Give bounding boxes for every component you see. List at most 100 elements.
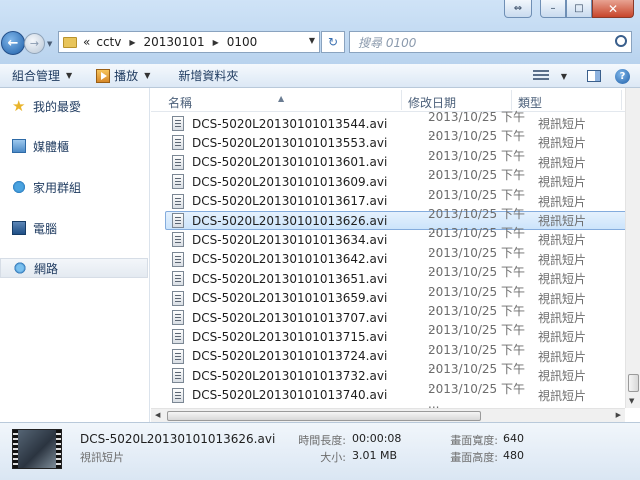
maximize-button[interactable]: □ (566, 0, 592, 18)
file-type: 視訊短片 (538, 252, 587, 267)
folder-icon (63, 36, 77, 48)
file-type: 視訊短片 (538, 291, 587, 306)
file-name: DCS-5020L20130101013715.avi (192, 329, 388, 344)
play-button[interactable]: 播放 ▼ (90, 65, 156, 87)
sidebar-item-homegroup[interactable]: 家用群組 (0, 177, 150, 197)
breadcrumb-20130101[interactable]: 20130101 (144, 35, 205, 49)
command-bar: 組合管理 ▼ 播放 ▼ 新增資料夾 ▼ ? (0, 64, 640, 88)
file-name: DCS-5020L20130101013634.avi (192, 232, 388, 247)
video-file-icon (172, 271, 184, 287)
column-divider[interactable] (511, 90, 512, 110)
details-height-value: 480 (503, 449, 524, 462)
table-row[interactable]: DCS-5020L20130101013642.avi 2013/10/25 下午… (165, 246, 627, 275)
scroll-right-icon[interactable]: ▶ (616, 411, 621, 419)
table-row[interactable]: DCS-5020L20130101013659.avi 2013/10/25 下午… (165, 285, 627, 314)
file-name: DCS-5020L20130101013740.avi (192, 388, 388, 403)
preview-pane-icon[interactable] (587, 70, 601, 82)
horizontal-scrollbar[interactable]: ◀ ▶ (151, 408, 625, 422)
resize-icon[interactable]: ⇔ (504, 0, 532, 18)
homegroup-icon (12, 180, 26, 194)
table-row[interactable]: DCS-5020L20130101013740.avi 2013/10/25 下午… (165, 382, 627, 411)
breadcrumb-separator[interactable]: ▶ (213, 38, 219, 47)
new-folder-button[interactable]: 新增資料夾 (172, 65, 244, 87)
organize-button[interactable]: 組合管理 ▼ (6, 65, 78, 87)
sidebar-item-computer[interactable]: 電腦 (0, 218, 150, 238)
sidebar-item-favorites[interactable]: ★ 我的最愛 (0, 96, 150, 116)
sidebar-item-label: 家用群組 (33, 180, 82, 195)
sidebar-item-label: 電腦 (33, 221, 58, 236)
video-file-icon (172, 368, 184, 384)
address-overflow[interactable]: « (83, 35, 90, 49)
column-name[interactable]: 名稱 (168, 94, 192, 111)
file-type: 視訊短片 (538, 136, 587, 151)
close-button[interactable]: ✕ (592, 0, 634, 18)
video-file-icon (172, 213, 184, 228)
details-file-type: 視訊短片 (80, 451, 124, 464)
sidebar-item-label: 網路 (34, 261, 59, 276)
video-file-icon (172, 135, 184, 151)
details-size-value: 3.01 MB (352, 449, 398, 462)
window-controls: ⇔ – □ ✕ (504, 0, 634, 18)
table-row[interactable]: DCS-5020L20130101013724.avi 2013/10/25 下午… (165, 343, 627, 372)
file-type: 視訊短片 (538, 330, 587, 345)
table-row[interactable]: DCS-5020L20130101013651.avi 2013/10/25 下午… (165, 265, 627, 294)
breadcrumb-separator[interactable]: ▶ (129, 38, 135, 47)
file-name: DCS-5020L20130101013601.avi (192, 155, 388, 170)
table-row[interactable]: DCS-5020L20130101013553.avi 2013/10/25 下午… (165, 129, 627, 158)
vertical-scrollbar[interactable]: ▼ (625, 88, 640, 408)
table-row[interactable]: DCS-5020L20130101013601.avi 2013/10/25 下午… (165, 149, 627, 178)
search-input[interactable]: 搜尋 0100 (349, 31, 632, 53)
address-bar[interactable]: « cctv ▶ 20130101 ▶ 0100 ▼ (58, 31, 320, 53)
horizontal-scroll-thumb[interactable] (167, 411, 481, 421)
back-button[interactable]: ← (1, 31, 25, 55)
search-icon[interactable] (615, 35, 627, 47)
sidebar-item-libraries[interactable]: 媒體櫃 (0, 136, 150, 156)
scroll-left-icon[interactable]: ◀ (155, 411, 160, 419)
help-icon[interactable]: ? (615, 68, 630, 84)
navigation-pane: ★ 我的最愛 媒體櫃 家用群組 電腦 網路 (0, 88, 150, 422)
play-label: 播放 (114, 69, 139, 83)
file-type: 視訊短片 (538, 214, 587, 228)
vertical-scroll-thumb[interactable] (628, 374, 639, 392)
details-height-label: 畫面高度: (450, 451, 498, 464)
recent-pages-dropdown[interactable]: ▼ (47, 40, 52, 48)
table-row[interactable]: DCS-5020L20130101013617.avi 2013/10/25 下午… (165, 188, 627, 217)
minimize-button[interactable]: – (540, 0, 566, 18)
chevron-down-icon: ▼ (144, 71, 151, 80)
details-width-value: 640 (503, 432, 524, 445)
file-name: DCS-5020L20130101013651.avi (192, 271, 388, 286)
title-bar: ⇔ – □ ✕ ← → ▼ « cctv ▶ 20130101 ▶ 0100 ▼… (0, 0, 640, 64)
video-file-icon (172, 290, 184, 306)
table-row[interactable]: DCS-5020L20130101013715.avi 2013/10/25 下午… (165, 323, 627, 352)
table-row[interactable]: DCS-5020L20130101013609.avi 2013/10/25 下午… (165, 168, 627, 197)
forward-button[interactable]: → (24, 33, 45, 54)
column-divider[interactable] (621, 90, 622, 110)
breadcrumb-0100[interactable]: 0100 (227, 35, 258, 49)
address-dropdown[interactable]: ▼ (309, 36, 315, 45)
view-options-icon[interactable] (532, 70, 549, 82)
file-name: DCS-5020L20130101013724.avi (192, 349, 388, 364)
video-file-icon (172, 154, 184, 170)
details-width-label: 畫面寬度: (450, 434, 498, 447)
video-file-icon (172, 387, 184, 403)
file-type: 視訊短片 (538, 175, 587, 190)
organize-label: 組合管理 (12, 69, 61, 83)
table-row[interactable]: DCS-5020L20130101013634.avi 2013/10/25 下午… (165, 226, 627, 255)
video-file-icon (172, 193, 184, 209)
sidebar-item-network[interactable]: 網路 (0, 258, 148, 278)
table-row[interactable]: DCS-5020L20130101013626.avi 2013/10/25 下午… (165, 207, 627, 236)
table-row[interactable]: DCS-5020L20130101013707.avi 2013/10/25 下午… (165, 304, 627, 333)
column-divider[interactable] (401, 90, 402, 110)
table-row[interactable]: DCS-5020L20130101013732.avi 2013/10/25 下午… (165, 362, 627, 391)
table-row[interactable]: DCS-5020L20130101013544.avi 2013/10/25 下午… (165, 110, 627, 139)
details-pane: DCS-5020L20130101013626.avi 視訊短片 時間長度: 0… (0, 422, 640, 480)
file-list: ▲ 名稱 修改日期 類型 DCS-5020L20130101013544.avi… (151, 88, 640, 422)
video-thumbnail (12, 429, 62, 469)
star-icon: ★ (12, 97, 26, 115)
breadcrumb-cctv[interactable]: cctv (96, 35, 121, 49)
refresh-button[interactable]: ↻ (321, 31, 345, 53)
view-dropdown-icon[interactable]: ▼ (561, 72, 567, 81)
scroll-down-icon[interactable]: ▼ (629, 397, 634, 405)
file-date: 2013/10/25 下午 ... (428, 381, 525, 411)
video-file-icon (172, 310, 184, 325)
